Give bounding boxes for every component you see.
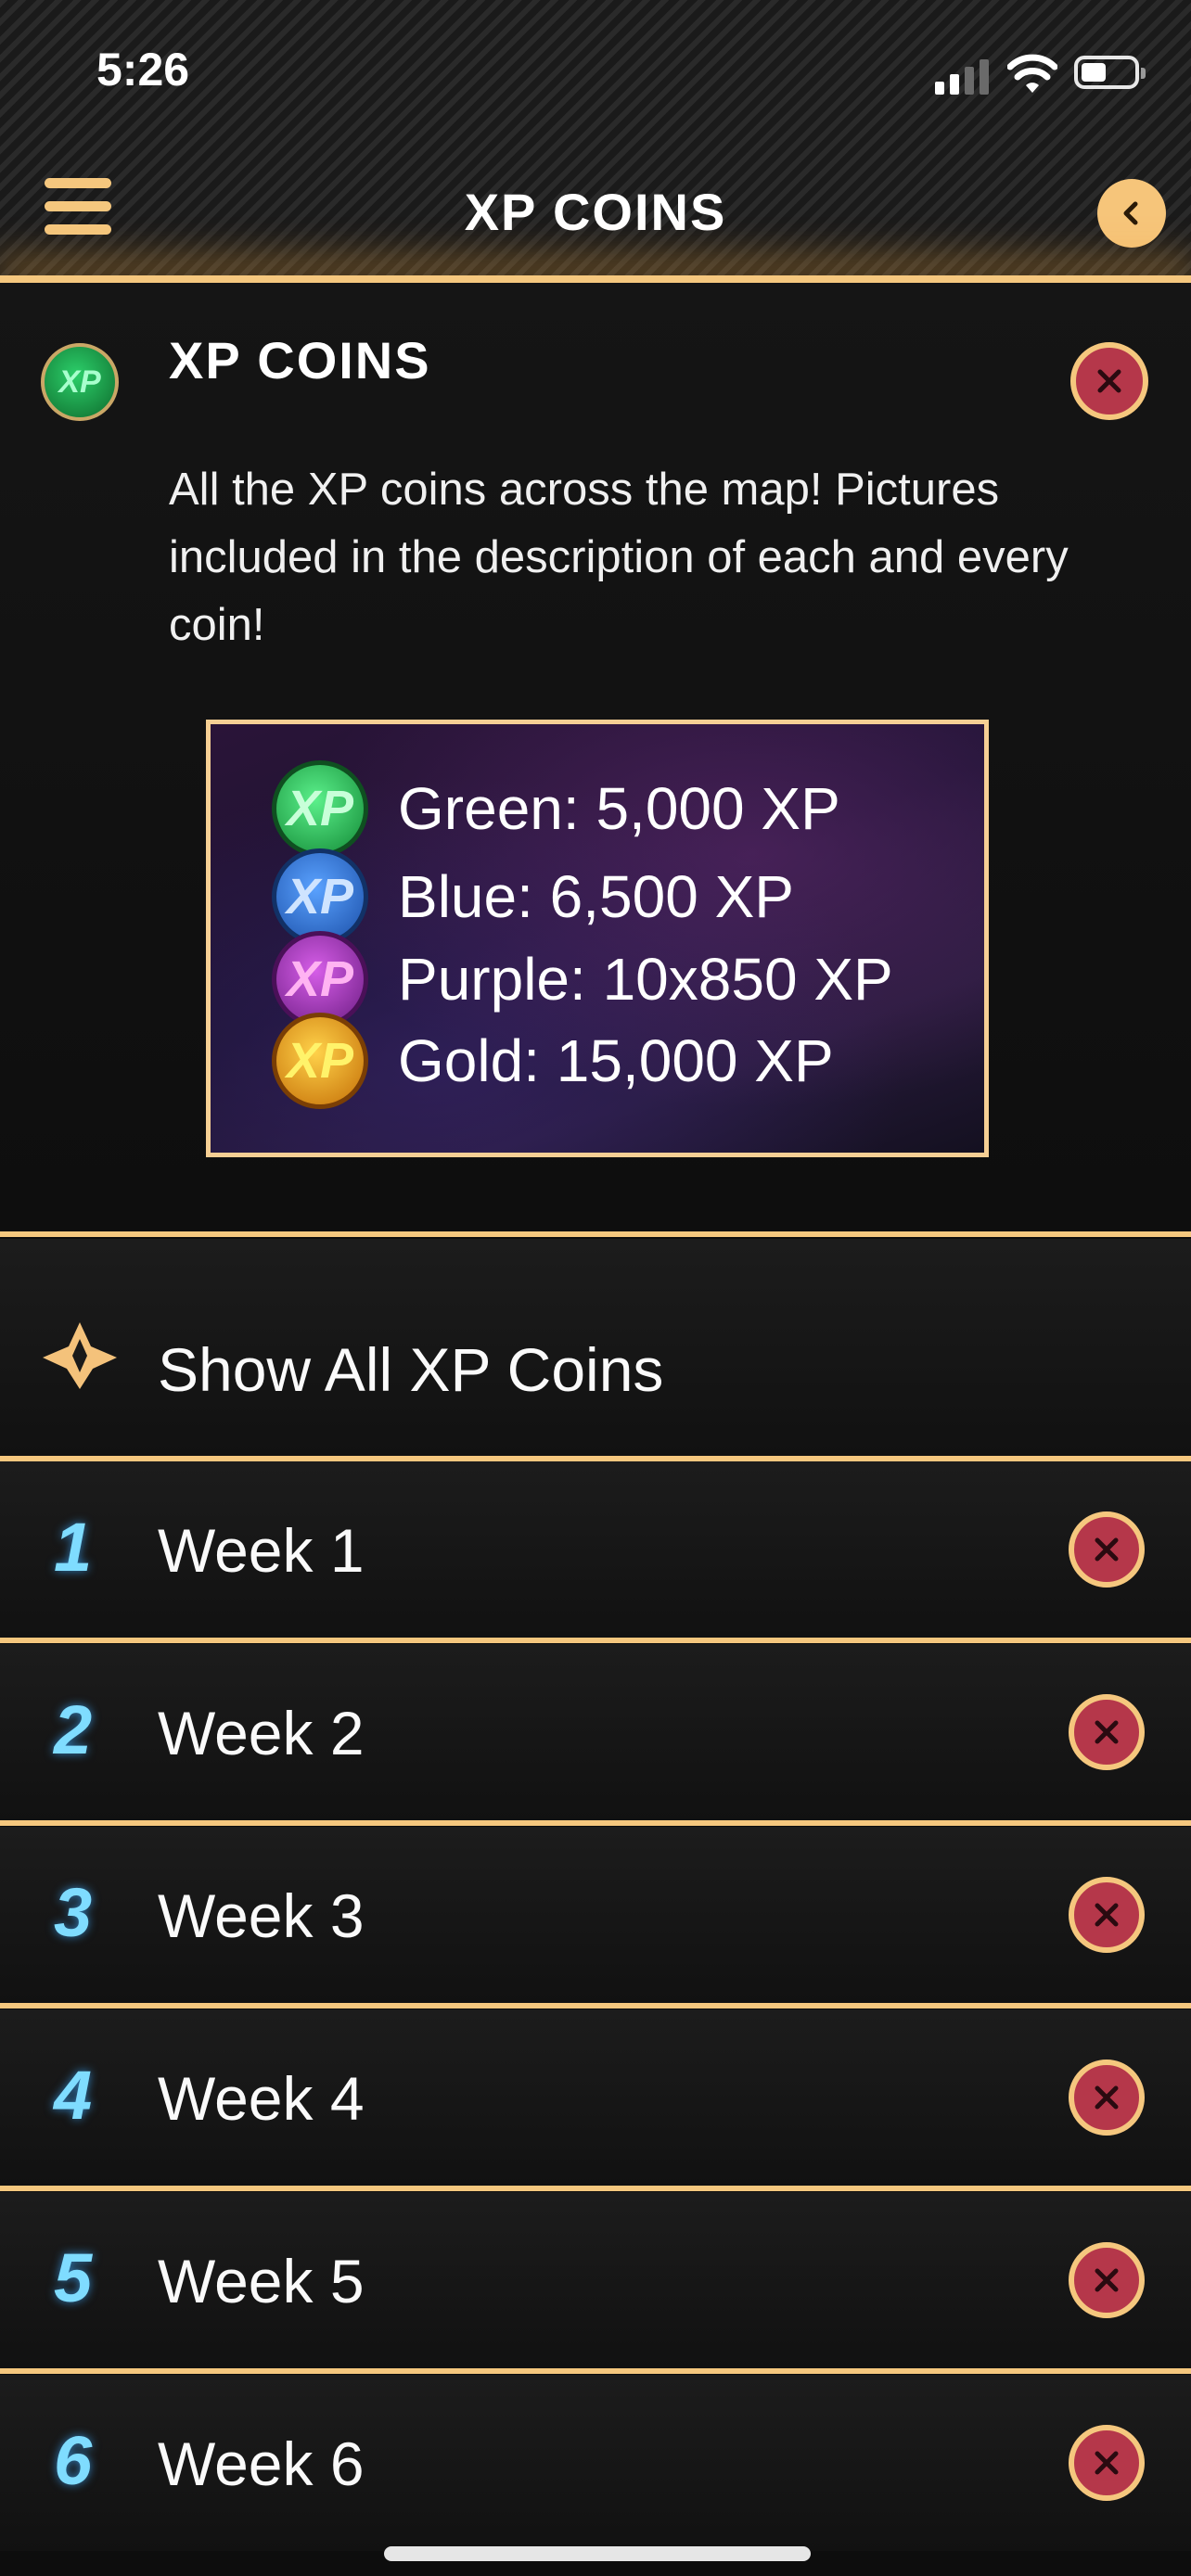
- chevron-left-icon: [1123, 201, 1138, 225]
- battery-icon: [1074, 56, 1146, 89]
- xp-star-icon: [43, 1322, 117, 1389]
- section-divider: [0, 1231, 1191, 1237]
- week-label: Week 3: [158, 1881, 365, 1950]
- coin-row-gold: XP Gold: 15,000 XP: [272, 1013, 834, 1109]
- week-label: Week 4: [158, 2064, 365, 2133]
- show-all-label: Show All XP Coins: [158, 1335, 664, 1404]
- wifi-icon: [1007, 54, 1057, 93]
- coin-row-purple: XP Purple: 10x850 XP: [272, 931, 893, 1027]
- coin-label: Purple: 10x850 XP: [398, 946, 893, 1013]
- back-button[interactable]: [1097, 179, 1166, 248]
- close-icon[interactable]: [1068, 1511, 1146, 1588]
- page-title: XP COINS: [464, 183, 727, 241]
- week-row-2[interactable]: 2 Week 2: [0, 1644, 1191, 1826]
- status-time: 5:26: [96, 44, 190, 96]
- row-divider: [0, 1638, 1191, 1643]
- week-row-6[interactable]: 6 Week 6: [0, 2375, 1191, 2551]
- week-label: Week 1: [158, 1516, 365, 1585]
- week-label: Week 2: [158, 1699, 365, 1767]
- green-xp-coin-icon: XP: [272, 760, 368, 857]
- close-icon[interactable]: [1068, 2241, 1146, 2319]
- week-number-icon: 1: [54, 1509, 93, 1586]
- week-number-icon: 2: [54, 1691, 93, 1768]
- week-number-icon: 6: [54, 2422, 93, 2499]
- week-number-icon: 4: [54, 2057, 93, 2134]
- info-title: XP COINS: [169, 331, 431, 389]
- row-divider: [0, 2368, 1191, 2374]
- coin-label: Green: 5,000 XP: [398, 775, 840, 842]
- week-number-icon: 3: [54, 1874, 93, 1951]
- week-row-1[interactable]: 1 Week 1: [0, 1461, 1191, 1643]
- week-row-5[interactable]: 5 Week 5: [0, 2192, 1191, 2374]
- top-bar: 5:26 XP COINS: [0, 0, 1191, 278]
- coin-row-green: XP Green: 5,000 XP: [272, 760, 840, 857]
- header-divider: [0, 275, 1191, 283]
- week-label: Week 6: [158, 2429, 365, 2498]
- close-icon[interactable]: [1068, 2424, 1146, 2502]
- week-label: Week 5: [158, 2247, 365, 2315]
- coins-image-card: XP Green: 5,000 XP XP Blue: 6,500 XP XP …: [206, 720, 989, 1157]
- coin-row-blue: XP Blue: 6,500 XP: [272, 848, 794, 945]
- week-number-icon: 5: [54, 2239, 93, 2316]
- info-description: All the XP coins across the map! Picture…: [169, 465, 1069, 650]
- close-icon[interactable]: [1068, 1693, 1146, 1771]
- gold-xp-coin-icon: XP: [272, 1013, 368, 1109]
- home-indicator[interactable]: [384, 2546, 811, 2561]
- row-divider: [0, 1820, 1191, 1826]
- week-row-3[interactable]: 3 Week 3: [0, 1827, 1191, 2009]
- show-all-row[interactable]: Show All XP Coins: [0, 1239, 1191, 1461]
- row-divider: [0, 2003, 1191, 2009]
- coin-label: Gold: 15,000 XP: [398, 1027, 834, 1094]
- signal-icon: [935, 57, 989, 95]
- close-icon[interactable]: [1068, 2059, 1146, 2136]
- row-divider: [0, 2186, 1191, 2191]
- xp-coin-icon: XP: [41, 343, 119, 421]
- week-row-4[interactable]: 4 Week 4: [0, 2009, 1191, 2191]
- close-icon[interactable]: [1069, 341, 1149, 421]
- close-icon[interactable]: [1068, 1876, 1146, 1954]
- coin-label: Blue: 6,500 XP: [398, 863, 794, 930]
